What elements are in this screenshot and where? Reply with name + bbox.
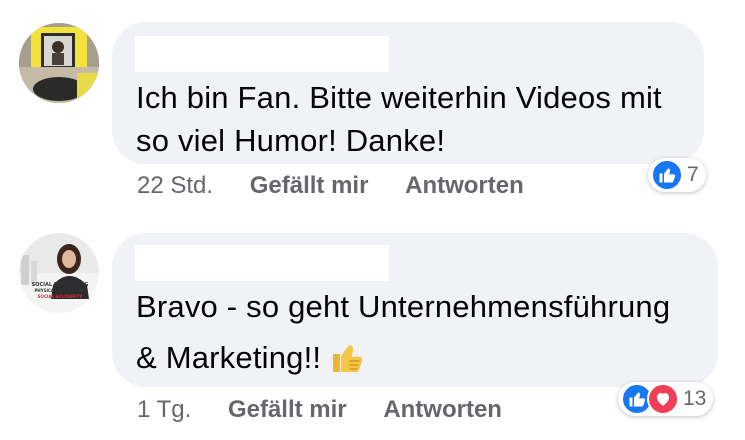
comment-text-segment: & Marketing!! — [136, 340, 322, 375]
comment-text-line: Bravo - so geht Unternehmensführung — [136, 289, 671, 324]
comment-thread: Ich bin Fan. Bitte weiterhin Videos mit … — [0, 0, 745, 440]
reaction-count: 13 — [683, 387, 707, 410]
reply-button[interactable]: Antworten — [383, 396, 502, 423]
avatar[interactable] — [19, 23, 99, 103]
like-reaction-icon — [651, 159, 683, 191]
like-button[interactable]: Gefällt mir — [228, 396, 347, 423]
avatar-photo — [19, 23, 99, 103]
avatar[interactable]: SOCIAL DISTANCING PHYSICAL DISTANCING SO… — [19, 233, 99, 313]
comment-timestamp[interactable]: 1 Tg. — [137, 396, 191, 423]
thumbs-up-icon — [329, 337, 367, 390]
comment-text-line: so viel Humor! Danke! — [136, 123, 446, 158]
like-button[interactable]: Gefällt mir — [250, 172, 369, 199]
comment-actions: 1 Tg. Gefällt mir Antworten — [137, 396, 502, 424]
comment-text: Ich bin Fan. Bitte weiterhin Videos mit … — [136, 76, 662, 162]
comment-text: Bravo - so geht Unternehmensführung & Ma… — [136, 281, 670, 390]
reactions-summary[interactable]: 13 — [618, 382, 714, 416]
comment-text-line: Ich bin Fan. Bitte weiterhin Videos mit — [136, 80, 662, 115]
avatar-caption: SOCIAL DISTANCING PHYSICAL DISTANCING SO… — [31, 282, 89, 299]
comment-timestamp[interactable]: 22 Std. — [137, 172, 213, 199]
avatar-photo — [19, 233, 99, 313]
reply-button[interactable]: Antworten — [405, 172, 524, 199]
reactions-summary[interactable]: 7 — [648, 158, 706, 192]
author-name[interactable] — [135, 36, 389, 72]
comment-text-line: & Marketing!! — [136, 332, 670, 390]
reaction-count: 7 — [687, 163, 699, 186]
heart-reaction-icon — [647, 383, 679, 415]
comment-actions: 22 Std. Gefällt mir Antworten — [137, 172, 524, 200]
author-name[interactable] — [135, 245, 389, 281]
